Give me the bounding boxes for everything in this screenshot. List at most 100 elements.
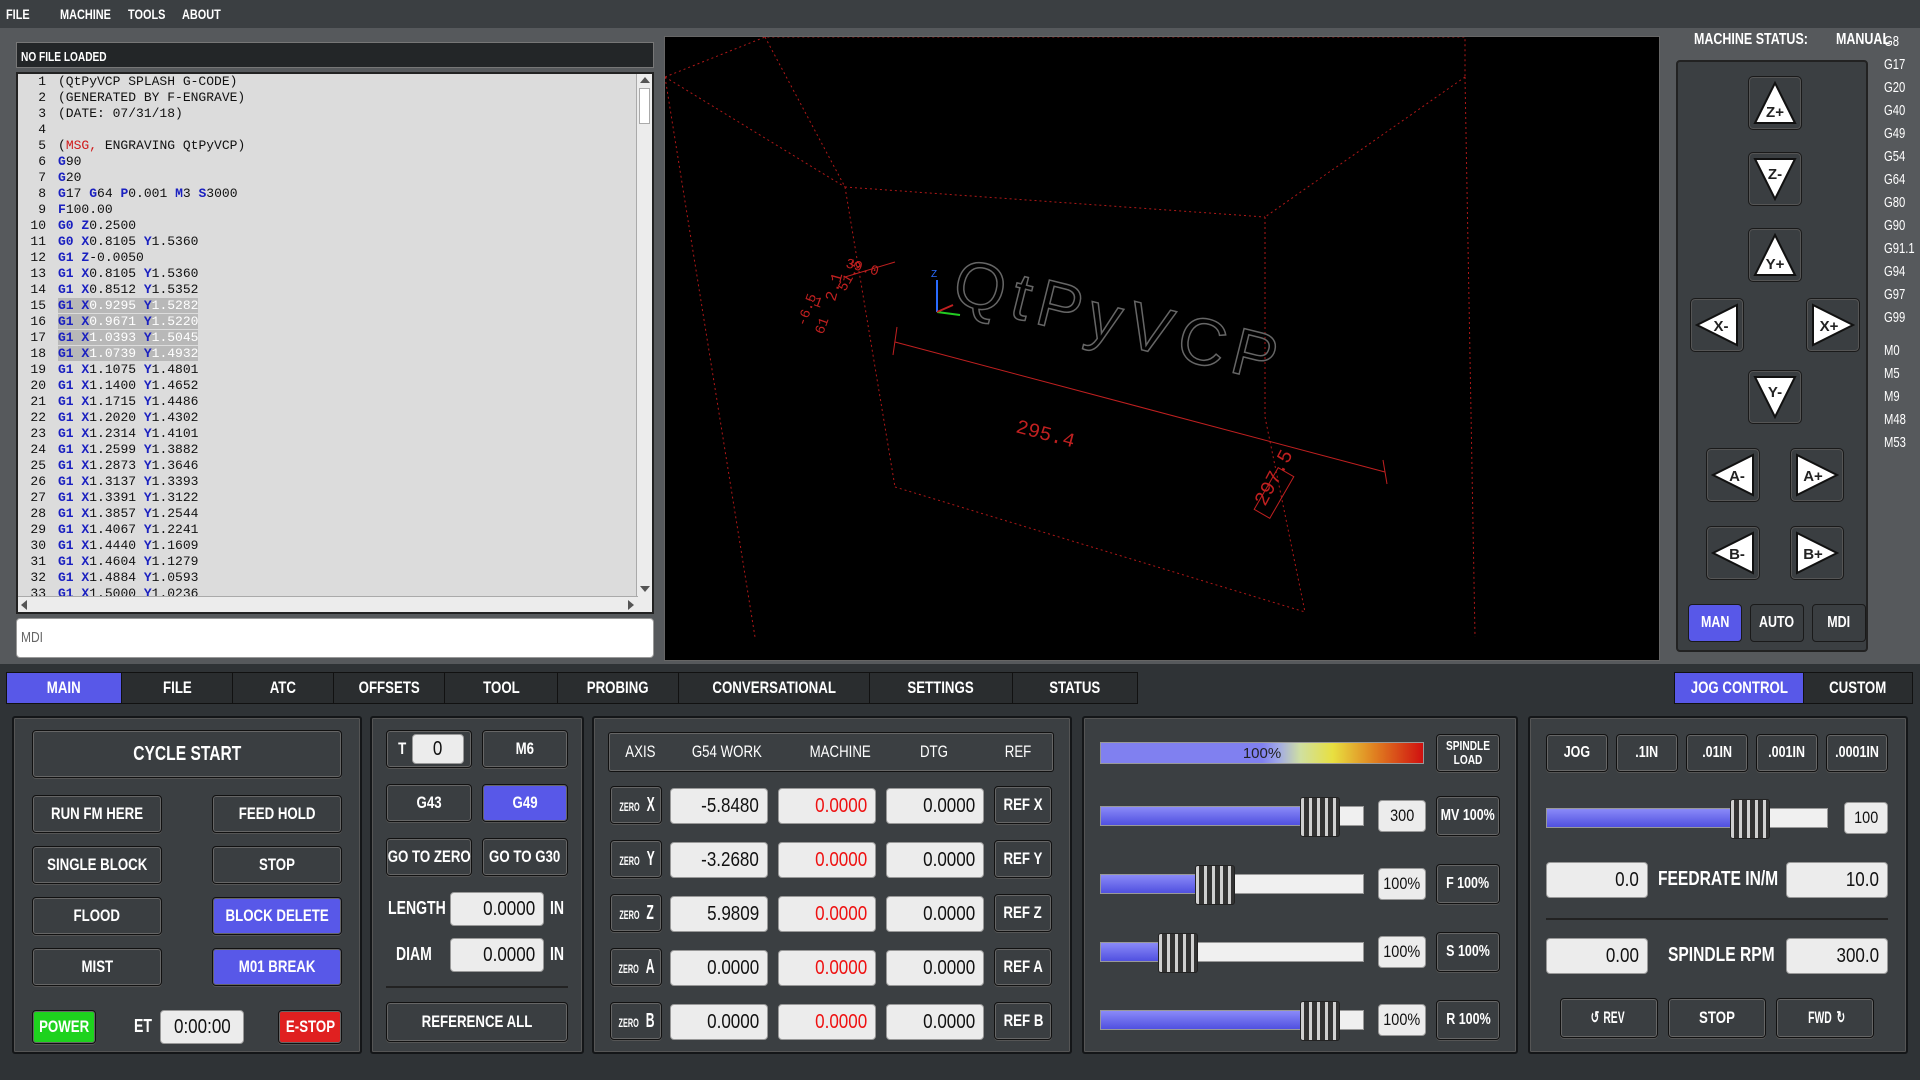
scroll-up-icon[interactable] — [640, 77, 650, 83]
tab-file[interactable]: FILE — [121, 672, 233, 704]
scroll-down-icon[interactable] — [640, 586, 650, 592]
gcode-line[interactable]: 21 G1 X1.1715 Y1.4486 — [18, 394, 652, 410]
override-feed-reset-button[interactable]: F 100% — [1436, 864, 1500, 904]
tab-settings[interactable]: SETTINGS — [869, 672, 1013, 704]
gcode-line[interactable]: 32 G1 X1.4884 Y1.0593 — [18, 570, 652, 586]
gcode-editor[interactable]: 1 (QtPyVCP SPLASH G-CODE) 2 (GENERATED BY F… — [16, 72, 654, 614]
tab-tool[interactable]: TOOL — [444, 672, 558, 704]
jog-am-button[interactable]: A- — [1706, 448, 1760, 502]
jog-yp-button[interactable]: Y+ — [1748, 228, 1802, 282]
gcode-line[interactable]: 30 G1 X1.4440 Y1.1609 — [18, 538, 652, 554]
spindle-fwd-button[interactable]: FWD ↻ — [1776, 998, 1874, 1038]
feedrate-set-field[interactable]: 10.0 — [1786, 862, 1888, 898]
mode-auto-button[interactable]: AUTO — [1750, 604, 1804, 642]
backplot-viewer[interactable]: 295.4 297.5 2.1 39.0 -1 51.5 -6.5 61 QtP… — [664, 36, 1660, 661]
zero-z-button[interactable]: ZERO Z — [610, 894, 662, 932]
m01-break-button[interactable]: M01 BREAK — [212, 948, 342, 986]
jog-xp-button[interactable]: X+ — [1806, 298, 1860, 352]
block-delete-button[interactable]: BLOCK DELETE — [212, 897, 342, 935]
jog-bp-button[interactable]: B+ — [1790, 526, 1844, 580]
menu-tools[interactable]: TOOLS — [128, 6, 175, 22]
gcode-line[interactable]: 13 G1 X0.8105 Y1.5360 — [18, 266, 652, 282]
gcode-line[interactable]: 3 (DATE: 07/31/18) — [18, 106, 652, 122]
override-handle[interactable] — [1300, 797, 1341, 837]
tab-main[interactable]: MAIN — [6, 672, 122, 704]
tab-jog-control[interactable]: JOG CONTROL — [1674, 672, 1804, 704]
power-button[interactable]: POWER — [32, 1010, 96, 1044]
override-feed-slider[interactable] — [1100, 865, 1364, 905]
jog-speed-handle[interactable] — [1730, 799, 1771, 839]
jog-bm-button[interactable]: B- — [1706, 526, 1760, 580]
override-max-velocity-slider[interactable] — [1100, 797, 1364, 837]
zero-a-button[interactable]: ZERO A — [610, 948, 662, 986]
tab-offsets[interactable]: OFFSETS — [333, 672, 445, 704]
scroll-left-icon[interactable] — [21, 600, 27, 610]
gcode-line[interactable]: 2 (GENERATED BY F-ENGRAVE) — [18, 90, 652, 106]
scroll-thumb[interactable] — [639, 88, 650, 124]
ref-y-button[interactable]: REF Y — [994, 840, 1052, 878]
spindle-set-field[interactable]: 300.0 — [1786, 938, 1888, 974]
gcode-line[interactable]: 18 G1 X1.0739 Y1.4932 — [18, 346, 652, 362]
override-max-velocity-reset-button[interactable]: MV 100% — [1436, 796, 1500, 836]
spindle-rev-button[interactable]: ↺ REV — [1560, 998, 1658, 1038]
feed-hold-button[interactable]: FEED HOLD — [212, 795, 342, 833]
gcode-line[interactable]: 8 G17 G64 P0.001 M3 S3000 — [18, 186, 652, 202]
goto-g30-button[interactable]: GO TO G30 — [482, 838, 568, 876]
tool-number-field[interactable]: 0 — [412, 734, 464, 764]
gcode-line[interactable]: 14 G1 X0.8512 Y1.5352 — [18, 282, 652, 298]
override-spindle-slider[interactable] — [1100, 933, 1364, 973]
jog-zp-button[interactable]: Z+ — [1748, 76, 1802, 130]
flood-button[interactable]: FLOOD — [32, 897, 162, 935]
gcode-line[interactable]: 28 G1 X1.3857 Y1.2544 — [18, 506, 652, 522]
override-handle[interactable] — [1157, 933, 1198, 973]
override-rapid-reset-button[interactable]: R 100% — [1436, 1000, 1500, 1040]
gcode-line[interactable]: 4 — [18, 122, 652, 138]
ref-x-button[interactable]: REF X — [994, 786, 1052, 824]
jog-speed-slider[interactable] — [1546, 799, 1828, 839]
gcode-line[interactable]: 10 G0 Z0.2500 — [18, 218, 652, 234]
jog-step-1in-button[interactable]: .1IN — [1616, 734, 1678, 772]
gcode-line[interactable]: 1 (QtPyVCP SPLASH G-CODE) — [18, 74, 652, 90]
zero-b-button[interactable]: ZERO B — [610, 1002, 662, 1040]
menu-file[interactable]: FILE — [6, 6, 53, 22]
menu-machine[interactable]: MACHINE — [60, 6, 118, 22]
single-block-button[interactable]: SINGLE BLOCK — [32, 846, 162, 884]
gcode-line[interactable]: 11 G0 X0.8105 Y1.5360 — [18, 234, 652, 250]
gcode-line[interactable]: 31 G1 X1.4604 Y1.1279 — [18, 554, 652, 570]
gcode-line[interactable]: 7 G20 — [18, 170, 652, 186]
gcode-line[interactable]: 27 G1 X1.3391 Y1.3122 — [18, 490, 652, 506]
jog-step-jog-button[interactable]: JOG — [1546, 734, 1608, 772]
override-rapid-slider[interactable] — [1100, 1001, 1364, 1041]
jog-step-01in-button[interactable]: .01IN — [1686, 734, 1748, 772]
vertical-scrollbar[interactable] — [636, 74, 652, 612]
override-handle[interactable] — [1300, 1001, 1341, 1041]
gcode-line[interactable]: 5 (MSG, ENGRAVING QtPyVCP) — [18, 138, 652, 154]
override-handle[interactable] — [1194, 865, 1235, 905]
ref-a-button[interactable]: REF A — [994, 948, 1052, 986]
mdi-input[interactable]: MDI — [16, 618, 654, 658]
scroll-right-icon[interactable] — [628, 600, 634, 610]
ref-b-button[interactable]: REF B — [994, 1002, 1052, 1040]
gcode-line[interactable]: 15 G1 X0.9295 Y1.5282 — [18, 298, 652, 314]
gcode-line[interactable]: 26 G1 X1.3137 Y1.3393 — [18, 474, 652, 490]
zero-x-button[interactable]: ZERO X — [610, 786, 662, 824]
spindle-stop-button[interactable]: STOP — [1668, 998, 1766, 1038]
jog-xm-button[interactable]: X- — [1690, 298, 1744, 352]
tab-custom[interactable]: CUSTOM — [1803, 672, 1913, 704]
gcode-line[interactable]: 16 G1 X0.9671 Y1.5220 — [18, 314, 652, 330]
jog-step-001in-button[interactable]: .001IN — [1756, 734, 1818, 772]
menu-about[interactable]: ABOUT — [182, 6, 229, 22]
gcode-line[interactable]: 6 G90 — [18, 154, 652, 170]
mode-mdi-button[interactable]: MDI — [1812, 604, 1866, 642]
tab-conversational[interactable]: CONVERSATIONAL — [678, 672, 870, 704]
mode-man-button[interactable]: MAN — [1688, 604, 1742, 642]
horizontal-scrollbar[interactable] — [18, 596, 638, 612]
goto-zero-button[interactable]: GO TO ZERO — [386, 838, 472, 876]
jog-ap-button[interactable]: A+ — [1790, 448, 1844, 502]
gcode-line[interactable]: 20 G1 X1.1400 Y1.4652 — [18, 378, 652, 394]
jog-step-0001in-button[interactable]: .0001IN — [1826, 734, 1888, 772]
g49-button[interactable]: G49 — [482, 784, 568, 822]
gcode-line[interactable]: 23 G1 X1.2314 Y1.4101 — [18, 426, 652, 442]
gcode-line[interactable]: 29 G1 X1.4067 Y1.2241 — [18, 522, 652, 538]
jog-ym-button[interactable]: Y- — [1748, 370, 1802, 424]
